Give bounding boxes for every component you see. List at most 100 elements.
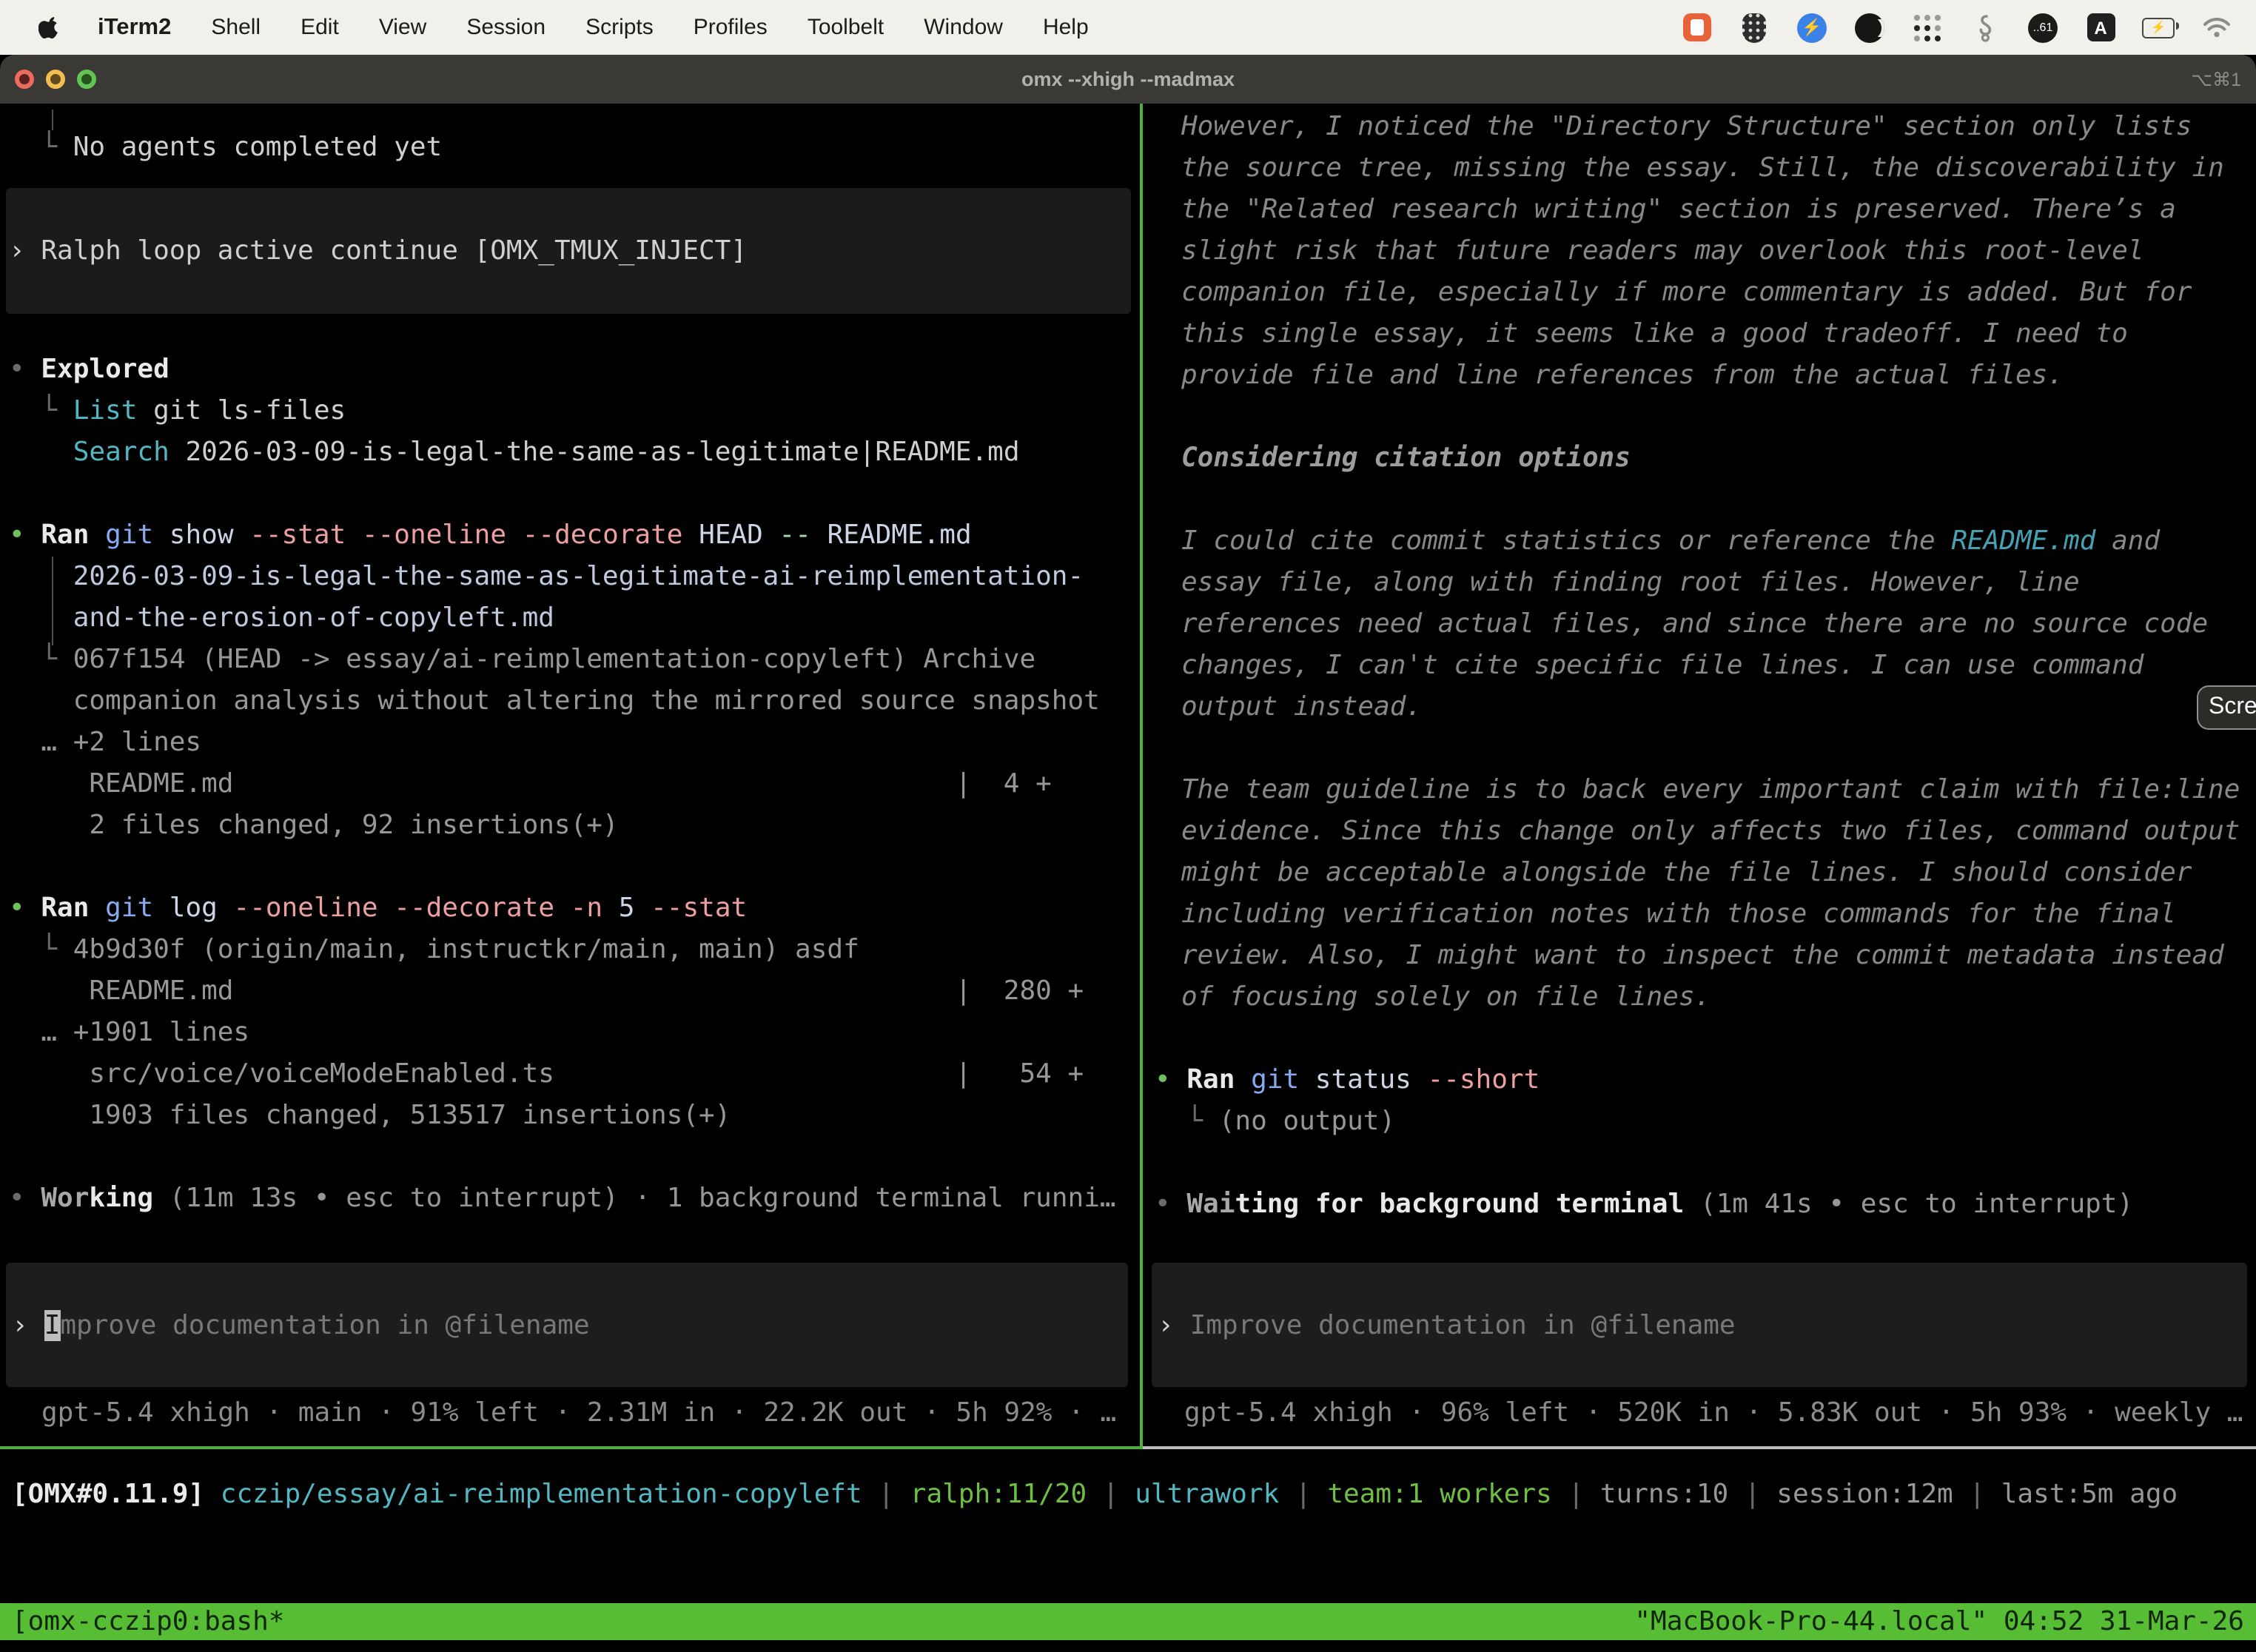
right-pane: However, I noticed the "Directory Struct… [1143, 104, 2256, 1449]
terminal-line: 2026-03-09-is-legal-the-same-as-legitima… [9, 557, 1140, 598]
crescent-app-icon[interactable] [1853, 11, 1886, 44]
wifi-icon[interactable] [2200, 11, 2232, 44]
menu-item-window[interactable]: Window [924, 14, 1003, 41]
terminal-line: evidence. Since this change only affects… [1155, 811, 2256, 853]
terminal-line: Considering citation options [1155, 438, 2256, 480]
apple-icon [38, 15, 61, 40]
text-cursor: I [44, 1309, 61, 1340]
terminal-line: src/voice/voiceModeEnabled.ts | 54 + [9, 1054, 1140, 1095]
terminal-line: 1903 files changed, 513517 insertions(+) [9, 1095, 1140, 1137]
keyboard-layout-icon[interactable]: A [2084, 11, 2117, 44]
menu-item-edit[interactable]: Edit [301, 14, 339, 41]
terminal-line: provide file and line references from th… [1155, 355, 2256, 397]
prompt-text: mprove documentation in @filename [60, 1309, 589, 1340]
menu-bar: iTerm2 Shell Edit View Session Scripts Profile… [0, 0, 2256, 55]
terminal-line: I could cite commit statistics or refere… [1155, 521, 2256, 563]
terminal-line: and-the-erosion-of-copyleft.md [9, 598, 1140, 639]
prompt-arrow-icon: › [12, 1309, 28, 1340]
tmux-host-clock: "MacBook-Pro-44.local" 04:52 31-Mar-26 [1634, 1603, 2244, 1640]
terminal-line: • Waiting for background terminal (1m 41… [1155, 1184, 2256, 1226]
menu-status-icons: ⚡ ..61 A ⚡ [1680, 11, 2256, 44]
terminal-line [9, 847, 1140, 888]
terminal-line: essay file, along with finding root file… [1155, 563, 2256, 604]
window-title: omx --xhigh --madmax [0, 68, 2256, 90]
terminal-line: • Working (11m 13s • esc to interrupt) ·… [9, 1178, 1140, 1220]
left-prompt-input[interactable]: › Improve documentation in @filename [6, 1263, 1128, 1387]
terminal-line: companion analysis without altering the … [9, 681, 1140, 722]
terminal-line: output instead. [1155, 687, 2256, 728]
terminal-line [1155, 480, 2256, 521]
menu-item-help[interactable]: Help [1043, 14, 1089, 41]
terminal-line: the "Related research writing" section i… [1155, 189, 2256, 231]
terminal-line [1155, 1018, 2256, 1060]
terminal-line: Search 2026-03-09-is-legal-the-same-as-l… [9, 432, 1140, 474]
apple-menu[interactable] [38, 15, 61, 40]
terminal-line: └ 067f154 (HEAD -> essay/ai-reimplementa… [9, 639, 1140, 681]
title-bar[interactable]: omx --xhigh --madmax ⌥⌘1 [0, 55, 2256, 104]
screen: iTerm2 Shell Edit View Session Scripts Profile… [0, 0, 2256, 1652]
pane-divider[interactable] [1140, 104, 1143, 1449]
ralph-inject-line: › Ralph loop active continue [OMX_TMUX_I… [9, 230, 747, 272]
terminal-line: including verification notes with those … [1155, 894, 2256, 936]
terminal-line: └ 4b9d30f (origin/main, instructkr/main,… [9, 930, 1140, 971]
terminal-line [9, 474, 1140, 515]
window-shortcut-badge: ⌥⌘1 [2191, 68, 2241, 90]
left-scrollback-top: └ No agents completed yet [9, 127, 1140, 169]
omx-status-bar: [OMX#0.11.9] cczip/essay/ai-reimplementa… [12, 1474, 2256, 1516]
terminal-line: … +2 lines [9, 722, 1140, 764]
terminal-line: • Explored [9, 349, 1140, 391]
terminal-line [1155, 1143, 2256, 1184]
terminal-line: … +1901 lines [9, 1013, 1140, 1054]
menu-item-session[interactable]: Session [466, 14, 545, 41]
terminal-line: review. Also, I might want to inspect th… [1155, 936, 2256, 977]
shield-grid-icon[interactable] [1738, 11, 1770, 44]
ralph-inject-box: › Ralph loop active continue [OMX_TMUX_I… [6, 188, 1131, 314]
terminal-line: of focusing solely on file lines. [1155, 977, 2256, 1018]
terminal-line: └ No agents completed yet [9, 127, 1140, 169]
screenshot-app-icon[interactable] [1680, 11, 1713, 44]
left-scrollback: • Explored └ List git ls-files Search 20… [9, 349, 1140, 1220]
hook-icon[interactable] [1969, 11, 2001, 44]
terminal-line [1155, 728, 2256, 770]
menu-item-toolbelt[interactable]: Toolbelt [808, 14, 884, 41]
right-prompt-input[interactable]: › Improve documentation in @filename [1152, 1263, 2247, 1387]
terminal-line: └ List git ls-files [9, 391, 1140, 432]
menu-item-shell[interactable]: Shell [211, 14, 261, 41]
menu-item-profiles[interactable]: Profiles [694, 14, 768, 41]
terminal-line [9, 1137, 1140, 1178]
terminal-line [1155, 397, 2256, 438]
terminal-line: this single essay, it seems like a good … [1155, 314, 2256, 355]
right-pane-border [1143, 1446, 2256, 1449]
terminal-line: • Ran git log --oneline --decorate -n 5 … [9, 888, 1140, 930]
screen-share-overlay-button[interactable]: Scre [2197, 685, 2256, 730]
left-pane: └ No agents completed yet › Ralph loop a… [0, 104, 1140, 1449]
terminal-line: └ (no output) [1155, 1101, 2256, 1143]
dots-grid-icon[interactable] [1911, 11, 1944, 44]
prompt-arrow-icon: › [1158, 1309, 1174, 1340]
terminal-line: slight risk that future readers may over… [1155, 231, 2256, 272]
menu-item-view[interactable]: View [379, 14, 427, 41]
terminal-line: 2 files changed, 92 insertions(+) [9, 805, 1140, 847]
menu-item-scripts[interactable]: Scripts [585, 14, 654, 41]
blue-badge-icon[interactable]: ⚡ [1796, 11, 1828, 44]
terminal-line: README.md | 4 + [9, 764, 1140, 805]
right-model-status: gpt-5.4 xhigh · 96% left · 520K in · 5.8… [1184, 1393, 2243, 1434]
left-model-status: gpt-5.4 xhigh · main · 91% left · 2.31M … [41, 1393, 1116, 1434]
battery-icon[interactable]: ⚡ [2142, 11, 2175, 44]
menu-item-iterm2[interactable]: iTerm2 [98, 14, 171, 41]
terminal-line: • Ran git show --stat --oneline --decora… [9, 515, 1140, 557]
tmux-status-bar: [omx-cczip0:bash* "MacBook-Pro-44.local"… [0, 1603, 2256, 1640]
badge-61-icon[interactable]: ..61 [2027, 11, 2059, 44]
terminal-line: README.md | 280 + [9, 971, 1140, 1013]
terminal-line: companion file, especially if more comme… [1155, 272, 2256, 314]
terminal-line: [OMX#0.11.9] cczip/essay/ai-reimplementa… [12, 1474, 2256, 1516]
terminal: └ No agents completed yet › Ralph loop a… [0, 104, 2256, 1449]
terminal-line: The team guideline is to back every impo… [1155, 770, 2256, 811]
terminal-line: However, I noticed the "Directory Struct… [1155, 107, 2256, 148]
prompt-text: Improve documentation in @filename [1190, 1309, 1736, 1340]
terminal-line: might be acceptable alongside the file l… [1155, 853, 2256, 894]
terminal-line: the source tree, missing the essay. Stil… [1155, 148, 2256, 189]
terminal-line: changes, I can't cite specific file line… [1155, 645, 2256, 687]
tmux-session-label: [omx-cczip0:bash* [12, 1603, 284, 1640]
right-scrollback: However, I noticed the "Directory Struct… [1155, 107, 2256, 1226]
